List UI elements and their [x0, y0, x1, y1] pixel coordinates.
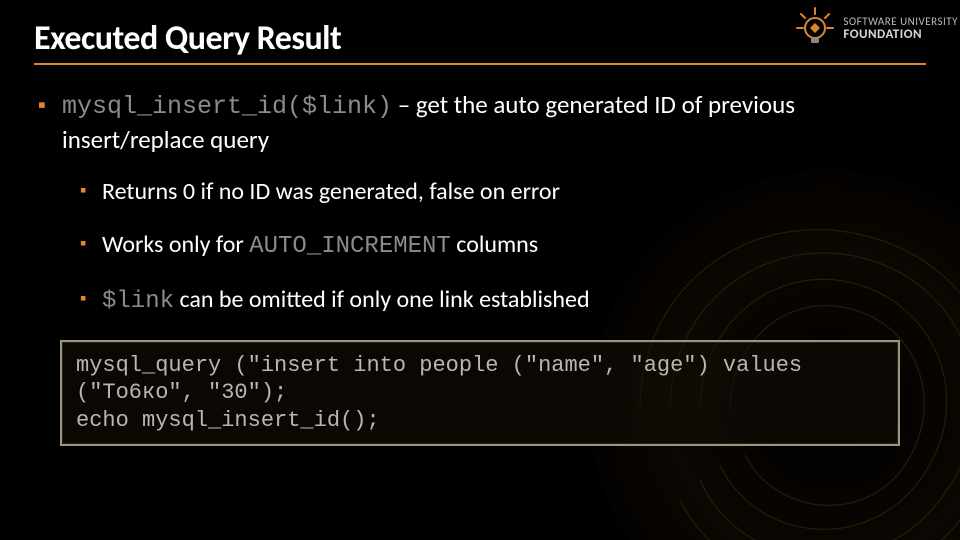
- sub-bullet-3-post: can be omitted if only one link establis…: [174, 285, 590, 314]
- sub-bullet-1: Returns 0 if no ID was generated, false …: [80, 176, 926, 207]
- sub-bullet-2: Works only for AUTO_INCREMENT columns: [80, 229, 926, 262]
- inline-code: mysql_insert_id($link): [62, 92, 392, 121]
- bullet-text-1a: get the auto generated ID of previous: [416, 89, 795, 120]
- code-block: mysql_query ("insert into people ("name"…: [60, 340, 900, 447]
- lightbulb-icon: [793, 6, 837, 50]
- bullet-item-1: mysql_insert_id($link) – get the auto ge…: [38, 89, 926, 318]
- sub-bullet-2-pre: Works only for: [102, 230, 249, 259]
- sub-bullet-2-post: columns: [451, 230, 538, 259]
- logo: SOFTWARE UNIVERSITY FOUNDATION: [793, 6, 958, 50]
- bullet-text-1b: insert/replace query: [62, 124, 269, 155]
- sub-bullet-3: $link can be omitted if only one link es…: [80, 284, 926, 317]
- slide-title: Executed Query Result: [34, 18, 926, 59]
- inline-code: AUTO_INCREMENT: [249, 233, 451, 260]
- sub-bullet-list: Returns 0 if no ID was generated, false …: [62, 176, 926, 318]
- logo-text-line2: FOUNDATION: [843, 28, 958, 41]
- bullet-list: mysql_insert_id($link) – get the auto ge…: [34, 89, 926, 318]
- dash: –: [392, 89, 416, 120]
- inline-code: $link: [102, 288, 174, 315]
- logo-text-line1: SOFTWARE UNIVERSITY: [843, 16, 958, 27]
- title-underline: [34, 63, 926, 65]
- sub-bullet-1-text: Returns 0 if no ID was generated, false …: [102, 177, 560, 206]
